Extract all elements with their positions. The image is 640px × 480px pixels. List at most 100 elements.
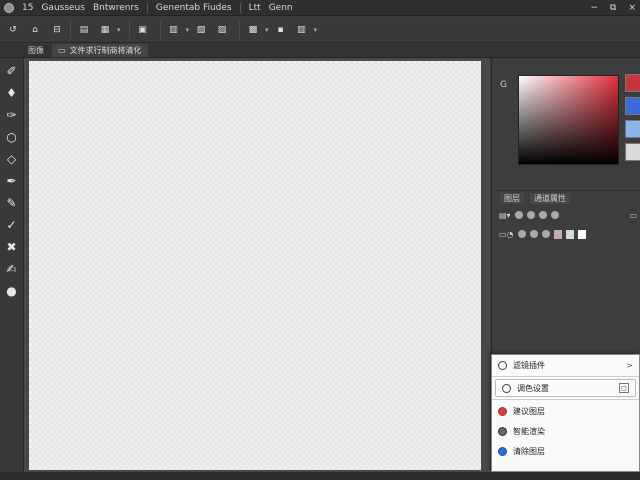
shortcut-box-icon: □ bbox=[619, 383, 629, 393]
color-mode-label[interactable]: G bbox=[500, 80, 507, 90]
status-bar bbox=[0, 472, 640, 480]
layer-option-dot[interactable] bbox=[514, 211, 523, 219]
folder-icon: ▭ bbox=[58, 46, 66, 55]
menu-item-label: 调色设置 bbox=[517, 383, 549, 393]
color-chip[interactable] bbox=[565, 229, 574, 239]
menu-item-4[interactable]: Genentab Fiudes bbox=[156, 3, 232, 13]
menu-divider bbox=[492, 376, 639, 377]
menu-item-1[interactable]: 15 bbox=[22, 3, 33, 13]
menu-item-label: 滤镜插件 bbox=[513, 360, 545, 370]
context-menu: 滤镜插件 > 调色设置 □ 建议图层 智能渲染 清除图层 bbox=[491, 354, 640, 472]
color-chip[interactable] bbox=[553, 229, 562, 239]
swatch-column bbox=[625, 74, 640, 161]
document-tab-label: 文件求行制商将清化 bbox=[69, 46, 142, 55]
toolbar: ↺ ⌂ ⊟ ▤ ▦ ▾ ▣ ▥ ▾ ▧ ▨ ▩ ▾ ▪ ▥ ▾ bbox=[0, 17, 640, 43]
color-chip[interactable] bbox=[577, 229, 586, 239]
menu-item-clear-layer[interactable]: 清除图层 bbox=[492, 441, 639, 461]
swatch-gray[interactable] bbox=[625, 143, 640, 161]
layer-option-dot[interactable] bbox=[526, 211, 535, 219]
menu-item-filter-plugins[interactable]: 滤镜插件 > bbox=[492, 355, 639, 375]
arrange-icon[interactable]: ▥ bbox=[293, 21, 311, 39]
menu-item-2[interactable]: Gausseus bbox=[41, 3, 85, 13]
swatch-light-blue[interactable] bbox=[625, 120, 640, 138]
menu-separator bbox=[239, 2, 241, 13]
resize-icon[interactable]: ▨ bbox=[213, 21, 231, 39]
pen-tool-icon[interactable]: ✑ bbox=[3, 106, 21, 124]
chevron-down-icon[interactable]: ▾ bbox=[117, 26, 121, 34]
toolbar-group-3: ▥ ▾ ▧ ▨ bbox=[159, 20, 236, 39]
swatch-blue[interactable] bbox=[625, 97, 640, 115]
diamond-tool-icon[interactable]: ♦ bbox=[3, 84, 21, 102]
chevron-down-icon[interactable]: ▾ bbox=[186, 26, 190, 34]
menu-divider bbox=[492, 399, 639, 400]
swatch-red[interactable] bbox=[625, 74, 640, 92]
chevron-down-icon[interactable]: ▾ bbox=[314, 26, 318, 34]
layout-icon[interactable]: ⊟ bbox=[48, 21, 66, 39]
chevron-down-icon[interactable]: ▾ bbox=[265, 26, 269, 34]
fill-tool-icon[interactable]: ● bbox=[3, 282, 21, 300]
blue-circle-icon bbox=[498, 446, 507, 456]
settings-icon bbox=[502, 383, 511, 393]
crop-icon[interactable]: ▧ bbox=[192, 21, 210, 39]
smudge-tool-icon[interactable]: ✓ bbox=[3, 216, 21, 234]
shape-tool-icon[interactable]: ◇ bbox=[3, 150, 21, 168]
menu-item-5[interactable]: Ltt bbox=[249, 3, 261, 13]
brush-preset-icon[interactable]: ▭◔ bbox=[499, 230, 514, 239]
minimize-button[interactable]: − bbox=[590, 3, 598, 13]
close-button[interactable]: × bbox=[628, 3, 636, 13]
toolbar-group-4: ▩ ▾ ▪ ▥ ▾ bbox=[239, 20, 321, 39]
layer-option-dot[interactable] bbox=[550, 211, 559, 219]
options-bar: 图像 ▭ 文件求行制商将清化 bbox=[0, 44, 640, 58]
ellipse-tool-icon[interactable]: ○ bbox=[3, 128, 21, 146]
eraser-tool-icon[interactable]: ✖ bbox=[3, 238, 21, 256]
app-logo[interactable] bbox=[4, 2, 14, 13]
panel-collapse-icon[interactable]: ▭ bbox=[629, 211, 637, 220]
tool-palette: ✐ ♦ ✑ ○ ◇ ✒ ✎ ✓ ✖ ✍ ● bbox=[0, 58, 24, 472]
window-controls: − ⧉ × bbox=[590, 3, 636, 13]
menu-item-color-settings[interactable]: 调色设置 □ bbox=[495, 379, 636, 397]
menu-item-suggest-layer[interactable]: 建议图层 bbox=[492, 401, 639, 421]
menu-item-smart-render[interactable]: 智能渲染 bbox=[492, 421, 639, 441]
menu-item-6[interactable]: Genn bbox=[269, 3, 293, 13]
tab-properties[interactable]: 通道属性 bbox=[530, 193, 570, 204]
brush-dot[interactable] bbox=[517, 230, 526, 238]
lasso-tool-icon[interactable]: ✐ bbox=[3, 62, 21, 80]
chevron-right-icon: > bbox=[626, 360, 633, 370]
layer-swatch-row: ▭◔ bbox=[496, 227, 640, 241]
toolbar-group-2: ▣ bbox=[128, 20, 156, 39]
color-picker[interactable] bbox=[518, 75, 619, 165]
layer-tabs: 图层 通道属性 bbox=[496, 190, 640, 204]
menu-separator bbox=[146, 2, 148, 13]
menu-item-label: 智能渲染 bbox=[513, 426, 545, 436]
pencil-tool-icon[interactable]: ✎ bbox=[3, 194, 21, 212]
refresh-icon[interactable]: ↺ bbox=[4, 21, 22, 39]
brush-dot[interactable] bbox=[541, 230, 550, 238]
layer-options-row: ▤▾ ▭ bbox=[496, 208, 640, 222]
align-icon[interactable]: ▩ bbox=[244, 21, 262, 39]
grid-icon[interactable]: ▦ bbox=[96, 21, 114, 39]
circle-outline-icon bbox=[498, 360, 507, 370]
menubar: 15 Gausseus Bntwrenrs Genentab Fiudes Lt… bbox=[0, 0, 640, 16]
gray-circle-icon bbox=[498, 426, 507, 436]
layer-option-dot[interactable] bbox=[538, 211, 547, 219]
options-tab[interactable]: 图像 bbox=[28, 45, 44, 56]
image-icon[interactable]: ▣ bbox=[134, 21, 152, 39]
toolbar-group-1: ▤ ▦ ▾ bbox=[70, 20, 125, 39]
home-icon[interactable]: ⌂ bbox=[26, 21, 44, 39]
frame-icon[interactable]: ▥ bbox=[165, 21, 183, 39]
menu-item-label: 建议图层 bbox=[513, 406, 545, 416]
restore-button[interactable]: ⧉ bbox=[610, 3, 616, 13]
canvas[interactable] bbox=[29, 61, 481, 470]
layer-menu-icon[interactable]: ▤▾ bbox=[499, 211, 511, 220]
menu-item-label: 清除图层 bbox=[513, 446, 545, 456]
stamp-tool-icon[interactable]: ✍ bbox=[3, 260, 21, 278]
distribute-icon[interactable]: ▪ bbox=[272, 21, 290, 39]
brush-tool-icon[interactable]: ✒ bbox=[3, 172, 21, 190]
menu-item-3[interactable]: Bntwrenrs bbox=[93, 3, 139, 13]
document-tab[interactable]: ▭ 文件求行制商将清化 bbox=[52, 44, 148, 57]
brush-dot[interactable] bbox=[529, 230, 538, 238]
red-circle-icon bbox=[498, 406, 507, 416]
tab-layers[interactable]: 图层 bbox=[500, 193, 524, 204]
canvas-area bbox=[24, 58, 490, 472]
panel-icon[interactable]: ▤ bbox=[75, 21, 93, 39]
